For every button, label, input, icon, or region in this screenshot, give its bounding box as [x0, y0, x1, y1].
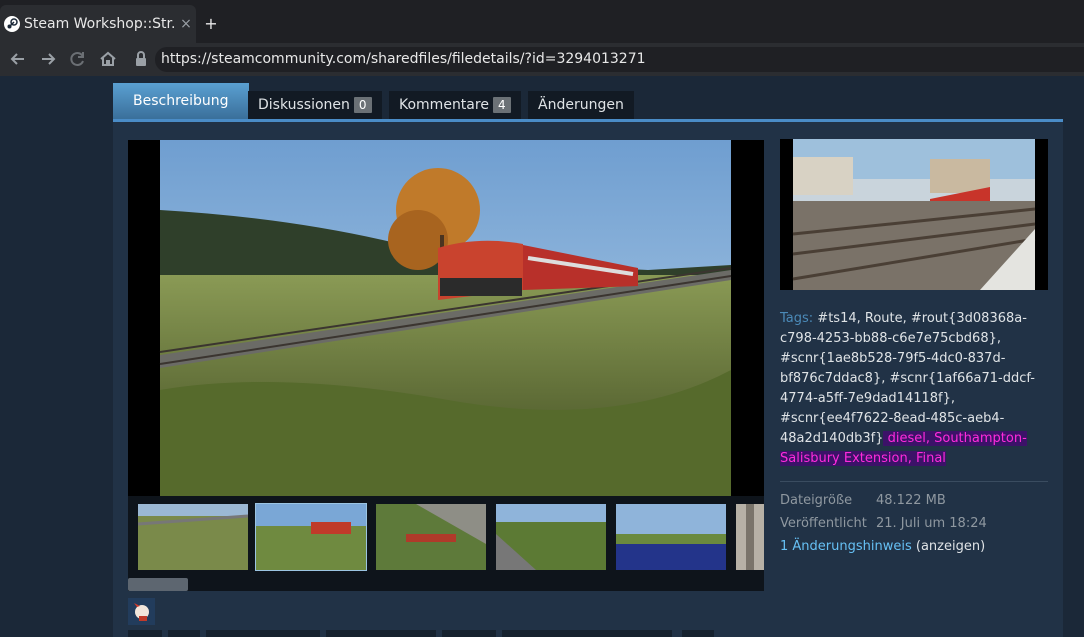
tags-list: #ts14, Route, #rout{3d08368a-c798-4253-b…	[780, 311, 1035, 446]
thumbnail-scrollbar[interactable]	[128, 578, 764, 591]
reload-icon[interactable]	[68, 49, 88, 69]
home-icon[interactable]	[98, 49, 118, 69]
tab-kommentare[interactable]: Kommentare 4	[389, 91, 521, 119]
cutoff-element	[502, 630, 672, 637]
tab-beschreibung[interactable]: Beschreibung	[113, 83, 249, 119]
close-tab-icon[interactable]: ×	[176, 16, 196, 32]
thumbnail-selected[interactable]	[255, 503, 367, 571]
tags-section: Tags: #ts14, Route, #rout{3d08368a-c798-…	[780, 309, 1048, 469]
browser-tab-title: Steam Workshop::Str...	[24, 16, 176, 32]
steam-favicon-icon	[4, 16, 20, 32]
cutoff-element	[442, 630, 496, 637]
tab-diskussionen[interactable]: Diskussionen 0	[248, 91, 382, 119]
browser-tabbar: Steam Workshop::Str... × +	[0, 0, 1084, 43]
published-value: 21. Juli um 18:24	[876, 516, 987, 531]
preview-image	[780, 139, 1048, 290]
forward-arrow-icon[interactable]	[38, 49, 58, 69]
file-size-label: Dateigröße	[780, 493, 853, 508]
thumbnail[interactable]	[616, 504, 726, 570]
thumbnail[interactable]	[376, 504, 486, 570]
change-notes-row: 1 Änderungshinweis (anzeigen)	[780, 539, 985, 554]
cutoff-element	[206, 630, 320, 637]
lock-icon[interactable]	[131, 49, 151, 69]
published-label: Veröffentlicht	[780, 516, 867, 531]
tags-label: Tags:	[780, 311, 814, 326]
count-badge: 0	[353, 97, 372, 113]
address-bar[interactable]: https://steamcommunity.com/sharedfiles/f…	[155, 47, 1084, 72]
published-row: Veröffentlicht 21. Juli um 18:24	[780, 516, 987, 531]
thumbnail[interactable]	[736, 504, 764, 570]
divider	[780, 481, 1048, 482]
tab-aenderungen[interactable]: Änderungen	[528, 91, 634, 119]
thumbnail[interactable]	[496, 504, 606, 570]
thumbnail-strip	[128, 496, 764, 578]
browser-navbar: https://steamcommunity.com/sharedfiles/f…	[0, 43, 1084, 76]
author-avatar[interactable]	[128, 598, 155, 625]
count-badge: 4	[492, 97, 511, 113]
main-screenshot[interactable]	[128, 140, 764, 496]
cutoff-element	[168, 630, 200, 637]
new-tab-button[interactable]: +	[200, 11, 222, 37]
cutoff-element	[682, 630, 714, 637]
file-size-row: Dateigröße 48.122 MB	[780, 493, 946, 508]
cutoff-element	[128, 630, 162, 637]
tab-label: Diskussionen	[258, 97, 350, 113]
thumbnail[interactable]	[138, 504, 248, 570]
view-change-notes-link[interactable]: (anzeigen)	[912, 539, 985, 554]
back-arrow-icon[interactable]	[8, 49, 28, 69]
browser-tab[interactable]: Steam Workshop::Str... ×	[0, 5, 196, 43]
tab-label: Kommentare	[399, 97, 489, 113]
tab-label: Beschreibung	[133, 93, 229, 109]
cutoff-element	[326, 630, 436, 637]
tab-label: Änderungen	[538, 97, 624, 113]
file-size-value: 48.122 MB	[876, 493, 946, 508]
change-notes-link[interactable]: 1 Änderungshinweis	[780, 539, 912, 554]
scrollbar-thumb[interactable]	[128, 578, 188, 591]
